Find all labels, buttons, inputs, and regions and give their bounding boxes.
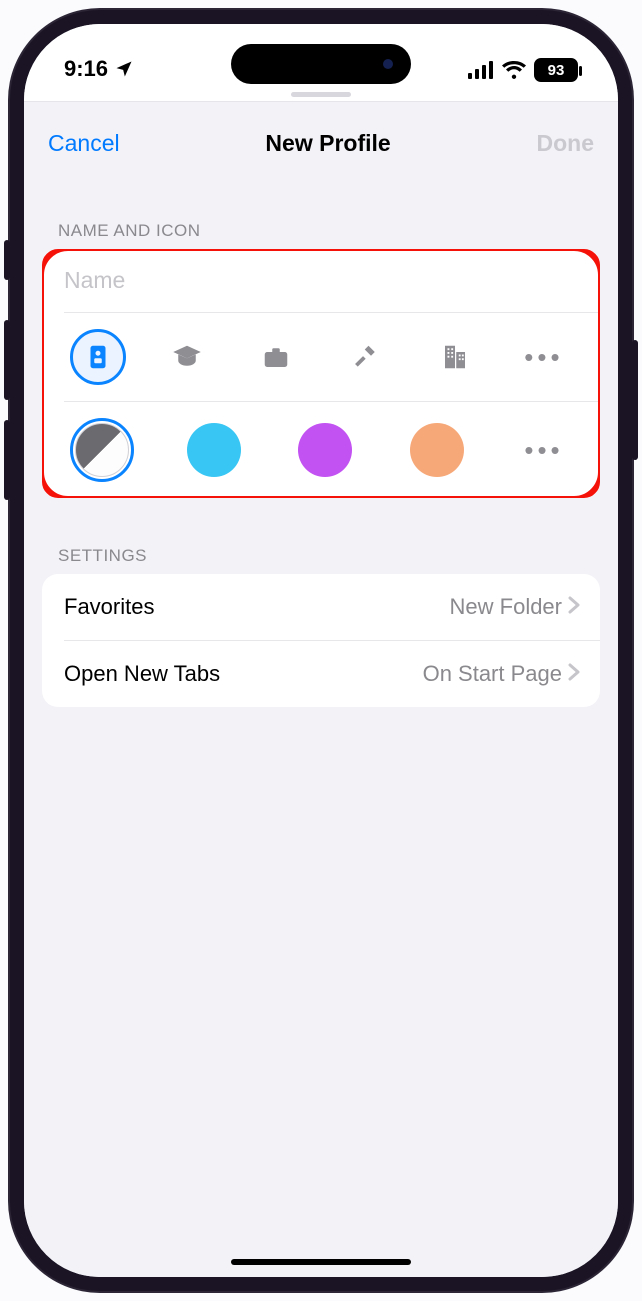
color-default[interactable] xyxy=(70,418,134,482)
name-and-icon-card: ••• xyxy=(42,249,600,498)
color-purple[interactable] xyxy=(293,418,357,482)
hammer-icon[interactable] xyxy=(338,329,394,385)
screen: 9:16 xyxy=(24,24,618,1277)
more-icons-button[interactable]: ••• xyxy=(516,342,572,373)
favorites-row[interactable]: Favorites New Folder xyxy=(42,574,600,640)
color-blue[interactable] xyxy=(182,418,246,482)
favorites-label: Favorites xyxy=(64,594,154,620)
navbar: Cancel New Profile Done xyxy=(24,110,618,173)
color-orange[interactable] xyxy=(405,418,469,482)
favorites-value: New Folder xyxy=(450,594,562,620)
settings-card: Favorites New Folder Open New Tabs On St… xyxy=(42,574,600,707)
more-colors-button[interactable]: ••• xyxy=(516,435,572,466)
icon-picker-row: ••• xyxy=(42,313,600,401)
section-header-name-icon: NAME AND ICON xyxy=(24,173,618,249)
chevron-right-icon xyxy=(568,594,580,620)
open-new-tabs-row[interactable]: Open New Tabs On Start Page xyxy=(42,641,600,707)
done-button[interactable]: Done xyxy=(537,130,595,157)
cellular-signal-icon xyxy=(468,61,494,79)
location-arrow-icon xyxy=(114,59,134,79)
graduation-cap-icon[interactable] xyxy=(159,329,215,385)
wifi-icon xyxy=(502,61,526,79)
dynamic-island xyxy=(231,44,411,84)
sheet-grab-area[interactable] xyxy=(24,84,618,102)
section-header-settings: SETTINGS xyxy=(24,498,618,574)
cancel-button[interactable]: Cancel xyxy=(48,130,120,157)
profile-name-input[interactable] xyxy=(64,267,578,294)
office-building-icon[interactable] xyxy=(427,329,483,385)
home-indicator[interactable] xyxy=(231,1259,411,1265)
chevron-right-icon xyxy=(568,661,580,687)
color-picker-row: ••• xyxy=(42,402,600,498)
open-new-tabs-value: On Start Page xyxy=(423,661,562,687)
battery-indicator: 93 xyxy=(534,58,578,82)
page-title: New Profile xyxy=(265,130,390,157)
briefcase-icon[interactable] xyxy=(248,329,304,385)
phone-frame: 9:16 xyxy=(10,10,632,1291)
open-new-tabs-label: Open New Tabs xyxy=(64,661,220,687)
status-time: 9:16 xyxy=(64,56,108,82)
badge-icon[interactable] xyxy=(70,329,126,385)
new-profile-sheet: Cancel New Profile Done NAME AND ICON xyxy=(24,110,618,1277)
